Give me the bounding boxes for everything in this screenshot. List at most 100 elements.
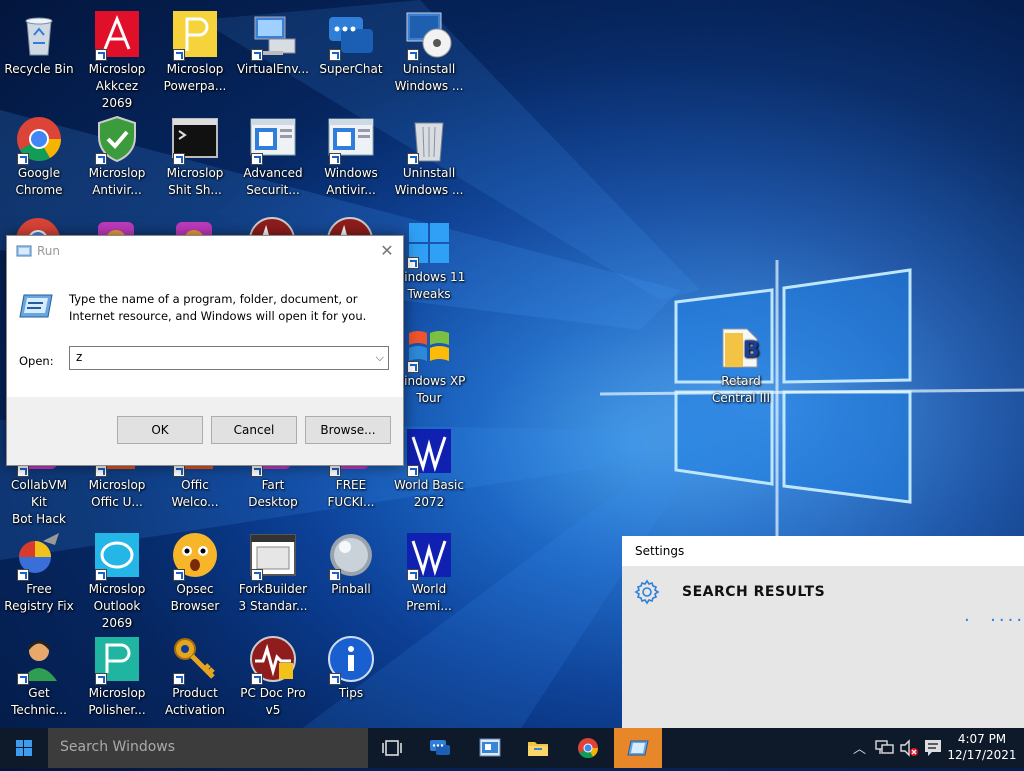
desktop-icon-partial[interactable]: [248, 216, 296, 236]
clock[interactable]: 4:07 PM 12/17/2021: [946, 731, 1018, 763]
shortcut-arrow-icon: [407, 361, 419, 373]
desktop-icon-partial[interactable]: [170, 216, 218, 236]
desktop-icon[interactable]: Pinball: [312, 525, 390, 625]
chevron-up-icon: ︿: [853, 742, 867, 757]
desktop-icon-label: Microslop Shit Sh...: [166, 166, 224, 197]
folder-icon: B: [717, 323, 765, 371]
desktop-icon[interactable]: VirtualEnv...: [234, 5, 312, 105]
desktop-icon[interactable]: Microslop Shit Sh...: [156, 109, 234, 209]
desktop-icon[interactable]: B Retard Central III: [702, 317, 780, 417]
desktop-icon-label: Tips: [338, 686, 364, 700]
shortcut-arrow-icon: [173, 49, 185, 61]
taskbar-file-explorer[interactable]: [514, 728, 562, 768]
shortcut-arrow-icon: [329, 673, 341, 685]
desktop-icon-label: VirtualEnv...: [236, 62, 309, 76]
ok-button[interactable]: OK: [117, 416, 203, 444]
gear-icon: [634, 579, 660, 605]
network-tray-button[interactable]: [874, 728, 896, 768]
key-icon: [171, 635, 219, 685]
pc-doc-icon: [249, 635, 297, 685]
shortcut-arrow-icon: [329, 465, 341, 477]
desktop-icon-label: Microslop Outlook 2069: [88, 582, 146, 630]
task-view-icon: [382, 740, 402, 756]
run-program-icon: [19, 294, 53, 318]
show-hidden-icons-button[interactable]: ︿: [850, 728, 868, 768]
desktop-icon[interactable]: Uninstall Windows ...: [390, 5, 468, 105]
desktop-icon-label: Microslop Offic U...: [88, 478, 146, 509]
action-center-button[interactable]: [922, 728, 944, 768]
desktop-icon[interactable]: Uninstall Windows ...: [390, 109, 468, 209]
volume-tray-button[interactable]: [898, 728, 920, 768]
start-button[interactable]: [0, 728, 48, 768]
terminal-icon: [171, 115, 219, 165]
shortcut-arrow-icon: [95, 673, 107, 685]
chrome-icon: [15, 115, 63, 165]
shortcut-arrow-icon: [173, 673, 185, 685]
desktop-icon[interactable]: Microslop Akkcez 2069: [78, 5, 156, 110]
desktop-icon[interactable]: Google Chrome: [0, 109, 78, 209]
desktop-icon[interactable]: Recycle Bin: [0, 5, 78, 105]
desktop-icon[interactable]: Advanced Securit...: [234, 109, 312, 209]
taskbar-chrome[interactable]: [564, 728, 612, 768]
shortcut-arrow-icon: [17, 153, 29, 165]
run-icon: [16, 245, 32, 257]
chevron-down-icon[interactable]: ⌵: [376, 351, 384, 365]
desktop-icon[interactable]: Product Activation: [156, 629, 234, 729]
info-icon: [327, 635, 375, 685]
run-dialog: Run ✕ Type the name of a program, folder…: [6, 235, 404, 466]
open-combobox[interactable]: z ⌵: [69, 346, 389, 370]
desktop-icon-label: World Basic 2072: [394, 478, 464, 509]
desktop-icon[interactable]: World Premi...: [390, 525, 468, 625]
close-icon[interactable]: ✕: [371, 236, 403, 266]
desktop-icon[interactable]: ForkBuilder 3 Standar...: [234, 525, 312, 625]
cancel-button[interactable]: Cancel: [211, 416, 297, 444]
network-icon: [875, 740, 894, 754]
polisher-icon: [93, 635, 141, 685]
settings-title: Settings: [622, 536, 1024, 566]
desktop-icon-label: Advanced Securit...: [243, 166, 303, 197]
shortcut-arrow-icon: [329, 153, 341, 165]
desktop-icon[interactable]: Microslop Polisher...: [78, 629, 156, 729]
loading-dots-icon: · ····: [964, 610, 1024, 631]
shortcut-arrow-icon: [251, 673, 263, 685]
svg-text:B: B: [743, 338, 760, 363]
desktop-icon[interactable]: Microslop Powerpa...: [156, 5, 234, 105]
shortcut-arrow-icon: [17, 673, 29, 685]
trash-can-icon: [405, 115, 453, 165]
desktop-icon-partial[interactable]: [92, 216, 140, 236]
desktop-icon-partial[interactable]: [14, 216, 62, 236]
shortcut-arrow-icon: [329, 49, 341, 61]
desktop-icon-label: FREE FUCKI...: [327, 478, 375, 509]
open-input[interactable]: z: [76, 350, 82, 364]
shortcut-arrow-icon: [251, 49, 263, 61]
desktop-icon[interactable]: SuperChat: [312, 5, 390, 105]
taskbar-superchat[interactable]: [416, 728, 464, 768]
shortcut-arrow-icon: [95, 153, 107, 165]
chrome-icon: [14, 216, 62, 236]
taskbar-security-app[interactable]: [466, 728, 514, 768]
desktop-icon-label: Fart Desktop: [248, 478, 298, 509]
desktop-icon-label: Uninstall Windows ...: [394, 62, 464, 93]
desktop-icon-partial[interactable]: [326, 216, 374, 236]
shortcut-arrow-icon: [173, 569, 185, 581]
desktop-icon[interactable]: Microslop Antivir...: [78, 109, 156, 209]
taskbar-run-dialog[interactable]: [614, 728, 662, 768]
desktop-icon[interactable]: Get Technic...: [0, 629, 78, 729]
search-results-heading: SEARCH RESULTS: [682, 584, 826, 600]
desktop-icon[interactable]: Tips: [312, 629, 390, 729]
desktop-icon[interactable]: Windows Antivir...: [312, 109, 390, 209]
desktop-icon[interactable]: Microslop Outlook 2069: [78, 525, 156, 630]
desktop-icon-label: Opsec Browser: [170, 582, 220, 613]
folder-icon: [528, 742, 548, 756]
task-view-button[interactable]: [368, 728, 416, 768]
shortcut-arrow-icon: [173, 465, 185, 477]
browse-button[interactable]: Browse...: [305, 416, 391, 444]
search-box[interactable]: Search Windows: [48, 728, 368, 768]
shortcut-arrow-icon: [17, 465, 29, 477]
shortcut-arrow-icon: [95, 49, 107, 61]
desktop-icon[interactable]: Free Registry Fix: [0, 525, 78, 625]
surprised-face-icon: [171, 531, 219, 581]
run-titlebar[interactable]: Run ✕: [7, 236, 403, 266]
desktop-icon[interactable]: PC Doc Pro v5: [234, 629, 312, 729]
desktop-icon[interactable]: Opsec Browser: [156, 525, 234, 625]
